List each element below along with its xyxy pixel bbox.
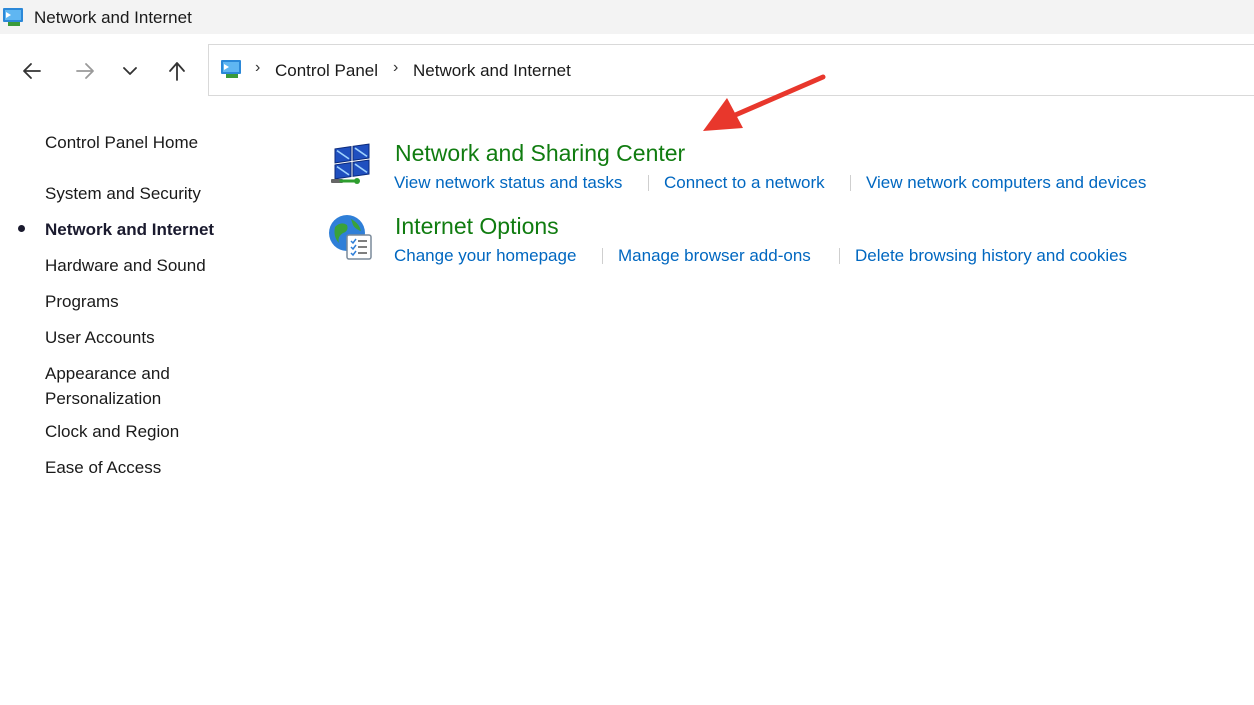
back-arrow-icon xyxy=(23,63,41,79)
up-arrow-icon xyxy=(169,62,185,81)
breadcrumb-separator-icon[interactable]: › xyxy=(255,59,260,77)
nav-item-system-security[interactable]: System and Security xyxy=(45,181,201,206)
nav-item-clock-region[interactable]: Clock and Region xyxy=(45,419,179,444)
view-network-computers-link[interactable]: View network computers and devices xyxy=(866,173,1146,193)
network-sharing-icon[interactable] xyxy=(327,141,375,189)
control-panel-icon xyxy=(3,8,23,26)
breadcrumb-control-panel[interactable]: Control Panel xyxy=(275,61,378,81)
connect-to-network-link[interactable]: Connect to a network xyxy=(664,173,825,193)
link-divider xyxy=(648,175,649,191)
manage-addons-link[interactable]: Manage browser add-ons xyxy=(618,246,811,266)
change-homepage-link[interactable]: Change your homepage xyxy=(394,246,576,266)
nav-item-network-internet[interactable]: Network and Internet xyxy=(45,217,214,242)
title-bar: Network and Internet xyxy=(0,0,1254,34)
active-indicator xyxy=(18,225,25,232)
control-panel-home-link[interactable]: Control Panel Home xyxy=(45,130,198,155)
nav-item-appearance[interactable]: Appearance and xyxy=(45,361,170,386)
recent-locations-button[interactable] xyxy=(115,56,145,86)
nav-item-programs[interactable]: Programs xyxy=(45,289,119,314)
internet-options-icon[interactable] xyxy=(327,213,375,261)
breadcrumb-separator-icon[interactable]: › xyxy=(393,59,398,77)
network-sharing-center-link[interactable]: Network and Sharing Center xyxy=(395,140,685,167)
up-button[interactable] xyxy=(162,56,192,86)
link-divider xyxy=(602,248,603,264)
nav-item-user-accounts[interactable]: User Accounts xyxy=(45,325,155,350)
nav-item-ease-of-access[interactable]: Ease of Access xyxy=(45,455,161,480)
back-button[interactable] xyxy=(17,56,47,86)
annotation-arrow-icon xyxy=(703,74,826,131)
link-divider xyxy=(850,175,851,191)
control-panel-icon xyxy=(221,60,241,78)
breadcrumb-network-internet[interactable]: Network and Internet xyxy=(413,61,571,81)
delete-browsing-history-link[interactable]: Delete browsing history and cookies xyxy=(855,246,1127,266)
forward-arrow-icon xyxy=(76,63,94,79)
forward-button[interactable] xyxy=(70,56,100,86)
nav-item-appearance-line2[interactable]: Personalization xyxy=(45,386,161,411)
chevron-down-icon xyxy=(123,67,137,75)
nav-item-hardware-sound[interactable]: Hardware and Sound xyxy=(45,253,206,278)
internet-options-link[interactable]: Internet Options xyxy=(395,213,559,240)
view-network-status-link[interactable]: View network status and tasks xyxy=(394,173,622,193)
link-divider xyxy=(839,248,840,264)
window-title: Network and Internet xyxy=(34,8,192,27)
